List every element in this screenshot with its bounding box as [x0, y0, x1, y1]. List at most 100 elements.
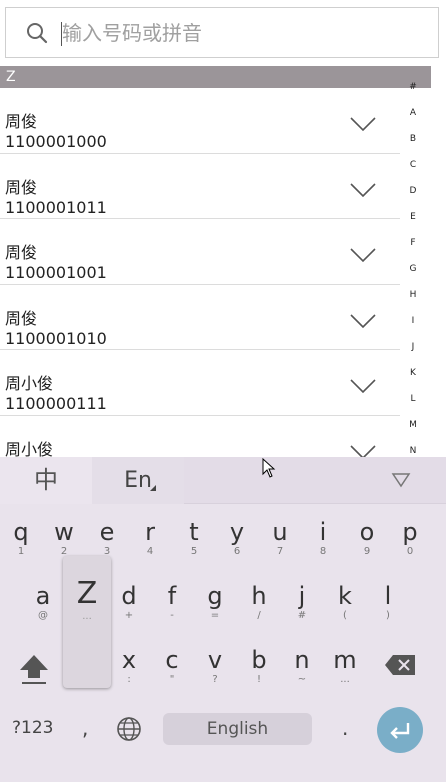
chevron-down-icon[interactable]	[350, 116, 376, 132]
index-letter[interactable]: M	[402, 418, 424, 444]
key-letter: j	[298, 582, 306, 610]
key-letter: x	[121, 646, 137, 674]
contact-row[interactable]: 周俊 1100001010	[0, 285, 400, 350]
key-letter: d	[121, 582, 137, 610]
key-k[interactable]: k(	[326, 582, 364, 622]
contact-row[interactable]: 周俊 1100001011	[0, 154, 400, 219]
contact-row[interactable]: 周俊 1100001000	[0, 88, 400, 154]
search-input[interactable]	[62, 20, 392, 45]
index-letter[interactable]: H	[402, 288, 424, 314]
key-o[interactable]: o9	[348, 518, 386, 558]
symbols-key[interactable]: ?123	[12, 718, 53, 738]
index-letter[interactable]: A	[402, 106, 424, 132]
index-letter[interactable]: B	[402, 132, 424, 158]
key-e[interactable]: e3	[88, 518, 126, 558]
comma-key[interactable]: ,	[82, 716, 88, 740]
key-z-pressed[interactable]: Z ...	[63, 556, 111, 688]
key-letter: u	[272, 518, 288, 546]
globe-icon[interactable]	[116, 716, 142, 742]
backspace-icon[interactable]	[384, 654, 416, 676]
index-letter[interactable]: #	[402, 80, 424, 106]
key-n[interactable]: n ~	[283, 646, 321, 686]
enter-icon	[390, 723, 410, 739]
mouse-cursor-icon	[262, 458, 276, 478]
key-hint: 8	[319, 546, 327, 557]
key-letter: g	[207, 582, 223, 610]
index-letter[interactable]: D	[402, 184, 424, 210]
key-p[interactable]: p0	[391, 518, 429, 558]
key-hint: ~	[297, 674, 307, 685]
contact-number: 1100001000	[5, 132, 107, 151]
key-letter: m	[333, 646, 357, 674]
contact-name: 周俊	[5, 308, 38, 328]
chevron-down-icon[interactable]	[350, 182, 376, 198]
key-hint: 0	[406, 546, 414, 557]
key-j[interactable]: j #	[283, 582, 321, 622]
key-letter: a	[35, 582, 51, 610]
chinese-mode-button[interactable]: 中	[0, 457, 92, 504]
index-letter[interactable]: L	[402, 392, 424, 418]
chevron-down-icon[interactable]	[350, 247, 376, 263]
key-letter: n	[294, 646, 310, 674]
index-letter[interactable]: E	[402, 210, 424, 236]
key-hint: 6	[233, 546, 241, 557]
key-v[interactable]: v?	[196, 646, 234, 686]
key-letter: l	[384, 582, 392, 610]
chevron-down-icon[interactable]	[350, 378, 376, 394]
period-key[interactable]: .	[342, 716, 348, 740]
key-l[interactable]: l)	[369, 582, 407, 622]
key-hint: )	[386, 610, 390, 621]
index-letter[interactable]: K	[402, 366, 424, 392]
key-hint: ?	[212, 674, 218, 685]
key-hint: =	[210, 610, 220, 621]
key-r[interactable]: r4	[131, 518, 169, 558]
key-d[interactable]: d +	[110, 582, 148, 622]
shift-icon[interactable]	[18, 652, 50, 686]
key-hint: 7	[276, 546, 284, 557]
key-a[interactable]: a @	[24, 582, 62, 622]
contact-list[interactable]: 周俊 1100001000 周俊 1100001011 周俊 110000100…	[0, 88, 400, 481]
index-letter[interactable]: J	[402, 340, 424, 366]
key-h[interactable]: h /	[240, 582, 278, 622]
index-letter[interactable]: G	[402, 262, 424, 288]
contact-number: 1100000111	[5, 394, 107, 413]
key-letter: b	[251, 646, 267, 674]
key-hint: @	[38, 610, 48, 621]
index-letter[interactable]: F	[402, 236, 424, 262]
space-bar[interactable]: English	[163, 713, 312, 745]
section-header: Z	[0, 66, 431, 88]
key-y[interactable]: y6	[218, 518, 256, 558]
contact-number: 1100001011	[5, 197, 107, 217]
key-g[interactable]: g =	[196, 582, 234, 622]
key-w[interactable]: w2	[45, 518, 83, 558]
key-f[interactable]: f-	[153, 582, 191, 622]
key-letter: o	[359, 518, 375, 546]
search-bar[interactable]	[5, 7, 439, 58]
key-hint: 5	[190, 546, 198, 557]
contact-row[interactable]: 周小俊 1100000111	[0, 350, 400, 416]
index-letter[interactable]: I	[402, 314, 424, 340]
key-c[interactable]: c "	[153, 646, 191, 686]
enter-button[interactable]	[377, 707, 423, 753]
key-letter: t	[189, 518, 199, 546]
key-i[interactable]: i8	[304, 518, 342, 558]
alphabet-index[interactable]: # A B C D E F G H I J K L M N	[402, 80, 424, 470]
key-hint: ...	[82, 611, 92, 622]
key-b[interactable]: b!	[240, 646, 278, 686]
contact-name: 周小俊	[5, 374, 54, 393]
chevron-down-icon[interactable]	[350, 313, 376, 329]
key-x[interactable]: x:	[110, 646, 148, 686]
key-hint: /	[257, 610, 261, 621]
english-mode-button[interactable]: En	[92, 457, 184, 504]
contact-row[interactable]: 周俊 1100001001	[0, 219, 400, 285]
key-q[interactable]: q1	[2, 518, 40, 558]
key-letter: c	[165, 646, 179, 674]
key-letter: f	[167, 582, 177, 610]
contact-name: 周俊	[5, 243, 38, 262]
key-u[interactable]: u7	[261, 518, 299, 558]
key-letter: k	[338, 582, 352, 610]
keyboard-collapse-icon[interactable]	[390, 471, 412, 489]
index-letter[interactable]: C	[402, 158, 424, 184]
key-t[interactable]: t5	[175, 518, 213, 558]
key-m[interactable]: m...	[326, 646, 364, 686]
